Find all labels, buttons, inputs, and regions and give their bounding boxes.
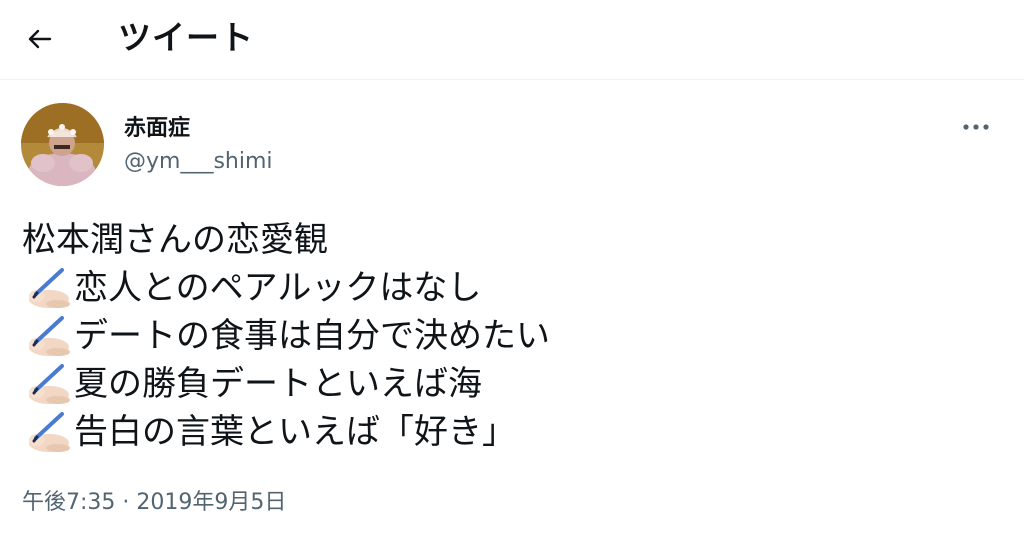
back-button[interactable] [22,22,56,56]
author-handle[interactable]: @ym___shimi [124,148,273,176]
avatar[interactable] [21,103,104,186]
tweet-line: 松本潤さんの恋愛観 [22,216,1002,264]
writing-hand-icon [29,316,70,356]
top-header: ツイート [0,0,1024,80]
more-options-button[interactable] [958,112,994,142]
page-title: ツイート [118,18,254,57]
tweet-line-text: 夏の勝負デートといえば海 [74,364,482,404]
tweet-line: 恋人とのペアルックはなし [22,264,1002,312]
writing-hand-icon [29,412,70,452]
author-display-name[interactable]: 赤面症 [124,115,190,143]
tweet-line-text: 松本潤さんの恋愛観 [22,220,328,260]
tweet-line-text: 告白の言葉といえば「好き」 [74,412,516,452]
tweet-line-text: 恋人とのペアルックはなし [74,268,482,308]
arrow-left-icon [28,29,52,49]
profile-photo [21,103,104,186]
writing-hand-icon [29,268,70,308]
tweet-line: デートの食事は自分で決めたい [22,312,1002,360]
tweet-text: 松本潤さんの恋愛観 恋人とのペアルックはなし デートの食事は自分で決めたい 夏の… [22,216,1002,456]
more-horizontal-icon [963,124,989,130]
tweet-line-text: デートの食事は自分で決めたい [74,316,550,356]
writing-hand-icon [29,364,70,404]
tweet-line: 夏の勝負デートといえば海 [22,360,1002,408]
tweet-timestamp[interactable]: 午後7:35 · 2019年9月5日 [22,488,286,518]
tweet-line: 告白の言葉といえば「好き」 [22,408,1002,456]
